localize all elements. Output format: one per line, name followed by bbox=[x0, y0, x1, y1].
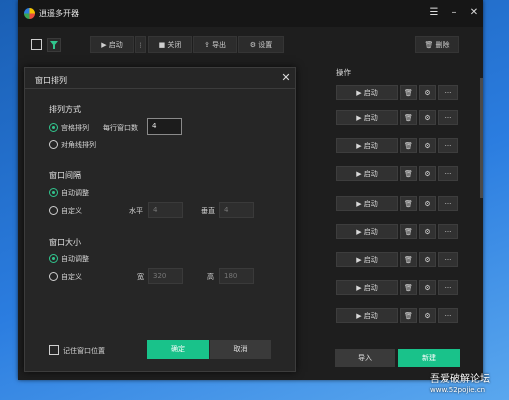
per-row-label: 每行窗口数 bbox=[103, 124, 138, 132]
gear-icon[interactable]: ⚙ bbox=[419, 308, 436, 323]
divider bbox=[25, 88, 295, 89]
gear-icon[interactable]: ⚙ bbox=[419, 224, 436, 239]
gear-icon[interactable]: ⚙ bbox=[419, 166, 436, 181]
select-all-checkbox[interactable] bbox=[31, 39, 42, 50]
close-all-button[interactable]: ■ 关闭 bbox=[148, 36, 192, 53]
grid-arrange-radio[interactable] bbox=[49, 123, 58, 132]
dialog-title: 窗口排列 bbox=[35, 76, 67, 85]
more-icon[interactable]: ··· bbox=[438, 166, 458, 181]
horizontal-label: 水平 bbox=[129, 207, 143, 215]
trash-icon[interactable]: 🗑 bbox=[400, 85, 417, 100]
row-start-button[interactable]: ▶ 启动 bbox=[336, 308, 398, 323]
gear-icon[interactable]: ⚙ bbox=[419, 196, 436, 211]
spacing-section-title: 窗口间隔 bbox=[49, 171, 81, 180]
app-title: 逍遥多开器 bbox=[39, 9, 79, 18]
gear-icon[interactable]: ⚙ bbox=[419, 252, 436, 267]
watermark-url: www.52pojie.cn bbox=[430, 386, 486, 394]
remember-position-checkbox[interactable] bbox=[49, 345, 59, 355]
filter-button[interactable] bbox=[47, 38, 61, 52]
row-start-button[interactable]: ▶ 启动 bbox=[336, 280, 398, 295]
size-custom-radio[interactable] bbox=[49, 272, 58, 281]
size-auto-radio[interactable] bbox=[49, 254, 58, 263]
size-custom-label: 自定义 bbox=[61, 273, 82, 281]
confirm-button[interactable]: 确定 bbox=[147, 340, 209, 359]
delete-button[interactable]: 🗑 删除 bbox=[415, 36, 459, 53]
grid-arrange-label: 宫格排列 bbox=[61, 124, 89, 132]
app-logo-icon bbox=[24, 8, 35, 19]
vertical-spacing-input[interactable]: 4 bbox=[219, 202, 254, 218]
more-icon[interactable]: ··· bbox=[438, 224, 458, 239]
more-icon[interactable]: ··· bbox=[438, 85, 458, 100]
arrange-section-title: 排列方式 bbox=[49, 105, 81, 114]
gear-icon[interactable]: ⚙ bbox=[419, 85, 436, 100]
more-icon[interactable]: ··· bbox=[438, 252, 458, 267]
close-window-button[interactable]: ✕ bbox=[466, 6, 482, 20]
height-label: 高 bbox=[207, 273, 214, 281]
more-icon[interactable]: ··· bbox=[438, 308, 458, 323]
width-input[interactable]: 320 bbox=[148, 268, 183, 284]
start-dropdown-button[interactable]: ⋮ bbox=[135, 36, 146, 53]
horizontal-spacing-input[interactable]: 4 bbox=[148, 202, 183, 218]
spacing-custom-radio[interactable] bbox=[49, 206, 58, 215]
size-section-title: 窗口大小 bbox=[49, 238, 81, 247]
spacing-auto-label: 自动调整 bbox=[61, 189, 89, 197]
title-bar[interactable]: 逍遥多开器 ☰ – ✕ bbox=[18, 0, 483, 27]
more-icon[interactable]: ··· bbox=[438, 138, 458, 153]
trash-icon[interactable]: 🗑 bbox=[400, 252, 417, 267]
import-button[interactable]: 导入 bbox=[335, 349, 395, 367]
start-all-button[interactable]: ▶ 启动 bbox=[90, 36, 134, 53]
vertical-label: 垂直 bbox=[201, 207, 215, 215]
row-start-button[interactable]: ▶ 启动 bbox=[336, 224, 398, 239]
trash-icon[interactable]: 🗑 bbox=[400, 308, 417, 323]
more-icon[interactable]: ··· bbox=[438, 110, 458, 125]
width-label: 宽 bbox=[137, 273, 144, 281]
close-icon[interactable]: ✕ bbox=[279, 71, 293, 85]
diagonal-arrange-radio[interactable] bbox=[49, 140, 58, 149]
remember-position-label: 记住窗口位置 bbox=[63, 347, 105, 355]
trash-icon[interactable]: 🗑 bbox=[400, 138, 417, 153]
trash-icon[interactable]: 🗑 bbox=[400, 196, 417, 211]
row-start-button[interactable]: ▶ 启动 bbox=[336, 166, 398, 181]
height-input[interactable]: 180 bbox=[219, 268, 254, 284]
spacing-auto-radio[interactable] bbox=[49, 188, 58, 197]
gear-icon[interactable]: ⚙ bbox=[419, 280, 436, 295]
cancel-button[interactable]: 取消 bbox=[210, 340, 271, 359]
gear-icon[interactable]: ⚙ bbox=[419, 138, 436, 153]
menu-icon[interactable]: ☰ bbox=[426, 6, 442, 20]
more-icon[interactable]: ··· bbox=[438, 196, 458, 211]
size-auto-label: 自动调整 bbox=[61, 255, 89, 263]
settings-button[interactable]: ⚙ 设置 bbox=[238, 36, 284, 53]
diagonal-arrange-label: 对角线排列 bbox=[61, 141, 96, 149]
toolbar: ▶ 启动 ⋮ ■ 关闭 ⇪ 导出 ⚙ 设置 🗑 删除 bbox=[18, 27, 483, 62]
row-start-button[interactable]: ▶ 启动 bbox=[336, 138, 398, 153]
row-start-button[interactable]: ▶ 启动 bbox=[336, 252, 398, 267]
watermark-text: 吾爱破解论坛 bbox=[430, 374, 490, 385]
gear-icon[interactable]: ⚙ bbox=[419, 110, 436, 125]
minimize-button[interactable]: – bbox=[446, 6, 462, 20]
row-start-button[interactable]: ▶ 启动 bbox=[336, 110, 398, 125]
trash-icon[interactable]: 🗑 bbox=[400, 166, 417, 181]
row-start-button[interactable]: ▶ 启动 bbox=[336, 85, 398, 100]
column-header-actions: 操作 bbox=[336, 68, 351, 77]
row-start-button[interactable]: ▶ 启动 bbox=[336, 196, 398, 211]
spacing-custom-label: 自定义 bbox=[61, 207, 82, 215]
trash-icon[interactable]: 🗑 bbox=[400, 280, 417, 295]
trash-icon[interactable]: 🗑 bbox=[400, 110, 417, 125]
more-icon[interactable]: ··· bbox=[438, 280, 458, 295]
trash-icon[interactable]: 🗑 bbox=[400, 224, 417, 239]
export-button[interactable]: ⇪ 导出 bbox=[193, 36, 237, 53]
new-button[interactable]: 新建 bbox=[398, 349, 460, 367]
arrange-windows-dialog: 窗口排列 ✕ 排列方式 宫格排列 每行窗口数 4 对角线排列 窗口间隔 自动调整… bbox=[24, 67, 296, 372]
per-row-input[interactable]: 4 bbox=[147, 118, 182, 135]
